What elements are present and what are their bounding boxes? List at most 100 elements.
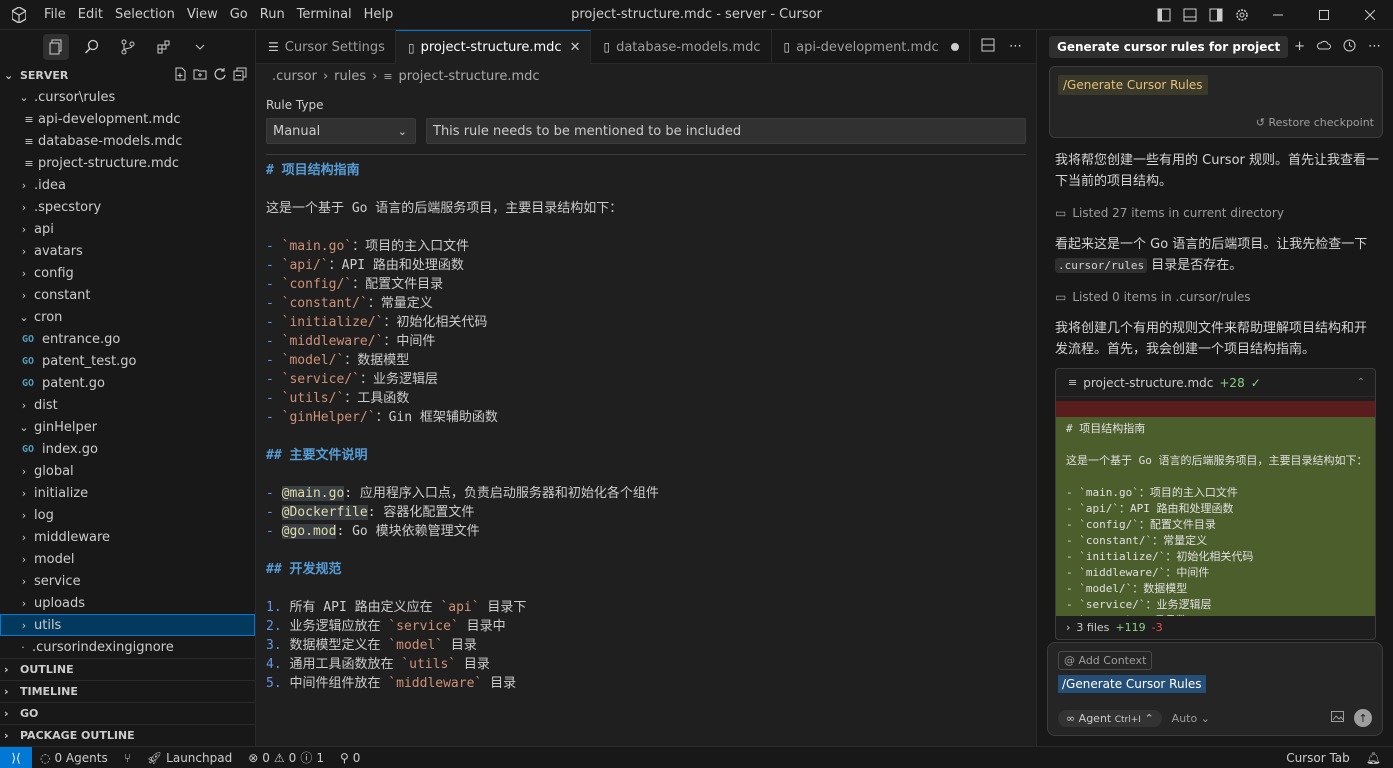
source-control-icon[interactable] (115, 34, 141, 60)
toggle-secondary-sidebar-icon[interactable] (1203, 0, 1229, 30)
breadcrumb-file[interactable]: project-structure.mdc (399, 69, 540, 84)
rule-description-field[interactable]: This rule needs to be mentioned to be in… (426, 118, 1026, 144)
tab-project-structure[interactable]: ▯ project-structure.mdc ✕ (395, 30, 592, 64)
package-outline-section[interactable]: › PACKAGE OUTLINE (0, 724, 256, 746)
extensions-icon[interactable] (151, 34, 177, 60)
expand-icon[interactable]: ⌃ (1357, 377, 1375, 388)
chat-title-tab[interactable]: Generate cursor rules for project (1049, 36, 1289, 58)
more-actions-icon[interactable]: ⋯ (1009, 39, 1022, 54)
more-views-chevron-icon[interactable] (187, 34, 213, 60)
search-icon[interactable] (79, 34, 105, 60)
send-icon[interactable]: ↑ (1354, 709, 1372, 727)
explorer-icon[interactable] (42, 34, 69, 60)
menu-go[interactable]: Go (224, 0, 254, 30)
restore-checkpoint-button[interactable]: ↺ Restore checkpoint (1256, 116, 1374, 129)
branch-icon[interactable]: ⑂ (116, 751, 139, 765)
menu-view[interactable]: View (181, 0, 224, 30)
split-editor-icon[interactable] (981, 38, 995, 56)
new-folder-icon[interactable] (193, 67, 207, 84)
agent-mode-selector[interactable]: ∞ Agent Ctrl+I ⌃ (1058, 709, 1162, 727)
tree-item[interactable]: GO index.go (0, 438, 255, 460)
tree-item[interactable]: · .cursorindexingignore (0, 636, 255, 658)
tree-item[interactable]: › global (0, 460, 255, 482)
tree-item[interactable]: › .specstory (0, 196, 255, 218)
cursor-tab-status[interactable]: Cursor Tab (1286, 751, 1350, 765)
code-editor[interactable]: # 项目结构指南 这是一个基于 Go 语言的后端服务项目，主要目录结构如下： -… (256, 155, 1036, 699)
menu-file[interactable]: File (38, 0, 72, 30)
tree-item[interactable]: › config (0, 262, 255, 284)
new-chat-icon[interactable]: + (1294, 39, 1305, 56)
model-selector[interactable]: Auto ⌄ (1172, 712, 1210, 725)
breadcrumb-rules[interactable]: rules (334, 69, 366, 84)
cloud-icon[interactable] (1316, 39, 1331, 56)
tree-item[interactable]: › constant (0, 284, 255, 306)
tree-item[interactable]: › utils (0, 614, 255, 636)
toggle-primary-sidebar-icon[interactable] (1151, 0, 1177, 30)
tab-database-models[interactable]: ▯ database-models.mdc (591, 30, 772, 64)
breadcrumb-cursor[interactable]: .cursor (272, 69, 317, 84)
tree-item-label: utils (34, 617, 62, 633)
tree-item[interactable]: › model (0, 548, 255, 570)
more-actions-icon[interactable]: ⋯ (1368, 39, 1381, 56)
new-file-icon[interactable] (173, 67, 187, 84)
tree-item[interactable]: › initialize (0, 482, 255, 504)
menu-help[interactable]: Help (358, 0, 400, 30)
minimize-icon[interactable] (1255, 0, 1301, 30)
history-icon[interactable] (1343, 39, 1356, 56)
tab-cursor-settings[interactable]: ☰ Cursor Settings (256, 30, 396, 64)
menu-run[interactable]: Run (254, 0, 291, 30)
close-window-icon[interactable] (1347, 0, 1393, 30)
changed-files-summary[interactable]: › 3 files +119 -3 (1055, 616, 1376, 640)
tree-item[interactable]: ⌄ cron (0, 306, 255, 328)
rule-type-select[interactable]: Manual ⌄ (266, 118, 416, 144)
tree-item[interactable]: ≡ api-development.mdc (0, 108, 255, 130)
composer-input-text[interactable]: /Generate Cursor Rules (1058, 675, 1206, 693)
tree-item[interactable]: ⌄ ginHelper (0, 416, 255, 438)
tree-item[interactable]: › api (0, 218, 255, 240)
tree-item[interactable]: › service (0, 570, 255, 592)
tree-item[interactable]: › .idea (0, 174, 255, 196)
tool-call-list-rules[interactable]: ▭ Listed 0 items in .cursor/rules (1055, 290, 1251, 304)
notifications-bell-icon[interactable]: 🔔︎ (1366, 751, 1381, 765)
outline-section[interactable]: › OUTLINE (0, 658, 256, 680)
problems-status[interactable]: ⊗ 0 ⚠ 0 ⓘ 1 (240, 749, 332, 766)
tree-item[interactable]: GO patent_test.go (0, 350, 255, 372)
agents-status[interactable]: ◌ 0 Agents (32, 751, 116, 765)
backtick: ` (448, 657, 457, 672)
menu-terminal[interactable]: Terminal (291, 0, 358, 30)
tree-item[interactable]: › middleware (0, 526, 255, 548)
close-tab-icon[interactable]: ✕ (570, 40, 581, 55)
list-number: 1. (266, 600, 282, 615)
file-icon: ≡ (24, 134, 34, 148)
image-attach-icon[interactable] (1331, 711, 1344, 725)
ports-status[interactable]: ⚲ 0 (332, 751, 368, 765)
tree-item[interactable]: ⌄ .cursor\rules (0, 86, 255, 108)
tool-call-list-dir[interactable]: ▭ Listed 27 items in current directory (1055, 206, 1284, 220)
explorer-header[interactable]: ⌄ SERVER (0, 64, 255, 86)
tree-item[interactable]: ≡ database-models.mdc (0, 130, 255, 152)
toggle-panel-icon[interactable] (1177, 0, 1203, 30)
collapse-all-icon[interactable] (233, 67, 247, 84)
code-text: 目录中 (458, 619, 506, 634)
tree-item[interactable]: › uploads (0, 592, 255, 614)
launchpad-status[interactable]: 🚀︎ Launchpad (139, 751, 240, 765)
timeline-section[interactable]: › TIMELINE (0, 680, 256, 702)
tab-api-development[interactable]: ▯ api-development.mdc (772, 30, 970, 64)
tree-item[interactable]: › log (0, 504, 255, 526)
chat-composer[interactable]: @ Add Context /Generate Cursor Rules ∞ A… (1047, 642, 1383, 736)
refresh-icon[interactable] (213, 67, 227, 84)
menu-selection[interactable]: Selection (109, 0, 181, 30)
file-diff-card[interactable]: ≡ project-structure.mdc +28 ✓ ⌃ # 项目结构指南… (1055, 368, 1376, 640)
tree-item[interactable]: GO entrance.go (0, 328, 255, 350)
user-message[interactable]: /Generate Cursor Rules ↺ Restore checkpo… (1049, 66, 1383, 138)
remote-indicator-icon[interactable]: ⟩⟨ (0, 746, 32, 768)
tree-item[interactable]: GO patent.go (0, 372, 255, 394)
go-section[interactable]: › GO (0, 702, 256, 724)
add-context-button[interactable]: @ Add Context (1058, 651, 1153, 670)
tree-item[interactable]: › dist (0, 394, 255, 416)
tree-item[interactable]: › avatars (0, 240, 255, 262)
settings-gear-icon[interactable] (1229, 0, 1255, 30)
menu-edit[interactable]: Edit (72, 0, 109, 30)
tree-item[interactable]: ≡ project-structure.mdc (0, 152, 255, 174)
maximize-icon[interactable] (1301, 0, 1347, 30)
